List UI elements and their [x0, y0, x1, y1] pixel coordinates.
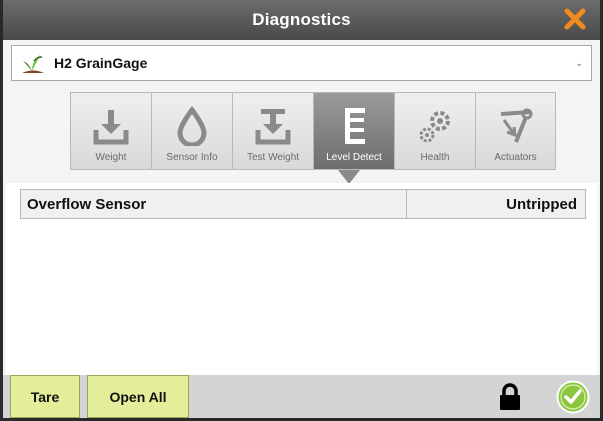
tab-label: Health	[420, 152, 450, 163]
droplet-icon	[177, 106, 207, 146]
device-selector[interactable]: H2 GrainGage ⌄	[11, 45, 592, 81]
lock-icon[interactable]	[499, 383, 521, 411]
active-tab-pointer	[338, 170, 360, 184]
open-all-button[interactable]: Open All	[87, 375, 189, 418]
device-name: H2 GrainGage	[54, 55, 148, 71]
tab-label: Actuators	[494, 152, 537, 163]
tab-weight[interactable]: Weight	[70, 92, 151, 170]
diagnostics-window: Diagnostics H2 GrainGage ⌄ Weight Sensor…	[0, 0, 603, 421]
test-weight-icon	[255, 109, 291, 145]
tab-actuators[interactable]: Actuators	[475, 92, 556, 170]
bottom-bar: Tare Open All	[3, 375, 600, 418]
grain-plant-icon	[22, 55, 44, 73]
tab-label: Weight	[95, 152, 127, 163]
tab-label: Sensor Info	[166, 152, 218, 163]
tab-label: Test Weight	[246, 152, 300, 163]
close-icon[interactable]	[562, 6, 588, 32]
sensor-status: Untripped	[506, 195, 577, 213]
window-title: Diagnostics	[252, 10, 351, 29]
gears-icon	[419, 111, 450, 143]
tare-button[interactable]: Tare	[10, 375, 80, 418]
tab-health[interactable]: Health	[394, 92, 475, 170]
table-row: Overflow Sensor Untripped	[20, 189, 586, 219]
download-icon	[93, 110, 129, 145]
tab-test-weight[interactable]: Test Weight	[232, 92, 313, 170]
tab-bar: Weight Sensor Info Test Weight Level Det…	[70, 92, 556, 170]
chevron-down-icon: ⌄	[575, 58, 583, 68]
actuator-icon	[500, 108, 532, 143]
tab-level-detect[interactable]: Level Detect	[313, 92, 394, 170]
title-bar: Diagnostics	[3, 0, 600, 40]
level-detect-panel: Overflow Sensor Untripped	[6, 183, 597, 375]
level-detect-icon	[345, 108, 365, 144]
tab-label: Level Detect	[326, 152, 382, 163]
sensor-name: Overflow Sensor	[21, 190, 407, 218]
tab-sensor-info[interactable]: Sensor Info	[151, 92, 232, 170]
checkmark-ok-icon[interactable]	[556, 380, 590, 414]
